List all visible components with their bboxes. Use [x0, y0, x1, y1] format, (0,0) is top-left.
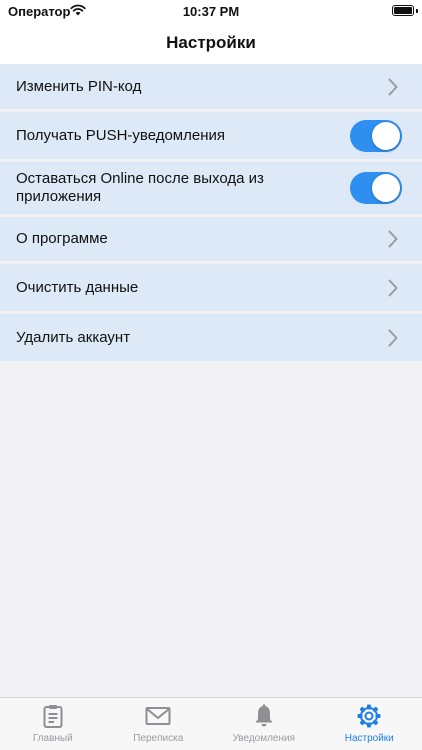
status-bar: Оператор 10:37 PM [0, 0, 422, 22]
setting-push-notifications: Получать PUSH-уведомления [0, 112, 422, 162]
setting-about[interactable]: О программе [0, 217, 422, 264]
setting-label: О программе [16, 230, 108, 247]
tab-bar: Главный Переписка Уведомления Настройки [0, 697, 422, 750]
toggle-knob [372, 121, 400, 150]
tab-messages[interactable]: Переписка [106, 698, 212, 750]
setting-change-pin[interactable]: Изменить PIN-код [0, 64, 422, 112]
chevron-right-icon [388, 329, 398, 346]
toggle-knob [372, 174, 400, 202]
tab-label: Переписка [133, 733, 184, 744]
battery-icon [392, 5, 414, 16]
chevron-right-icon [388, 230, 398, 248]
setting-label: Изменить PIN-код [16, 77, 142, 95]
push-notifications-toggle[interactable] [350, 119, 402, 152]
navigation-bar: Настройки [0, 22, 422, 64]
clipboard-icon [43, 705, 63, 728]
setting-clear-data[interactable]: Очистить данные [0, 264, 422, 314]
setting-label: Получать PUSH-уведомления [16, 126, 225, 144]
tab-label: Главный [32, 733, 73, 744]
setting-stay-online: Оставаться Online после выхода из прилож… [0, 162, 422, 217]
setting-delete-account[interactable]: Удалить аккаунт [0, 314, 422, 361]
envelope-icon [145, 707, 171, 725]
setting-label: Очистить данные [16, 278, 139, 296]
tab-settings[interactable]: Настройки [317, 698, 422, 750]
chevron-right-icon [388, 279, 398, 296]
page-title: Настройки [166, 33, 256, 52]
tab-home[interactable]: Главный [0, 698, 106, 750]
bell-icon [255, 704, 273, 727]
tab-notifications[interactable]: Уведомления [211, 698, 317, 750]
settings-list: Изменить PIN-код Получать PUSH-уведомлен… [0, 64, 422, 361]
stay-online-toggle[interactable] [350, 172, 402, 204]
tab-label: Настройки [344, 733, 394, 744]
tab-label: Уведомления [232, 733, 296, 744]
chevron-right-icon [388, 78, 398, 95]
gear-icon [357, 704, 381, 728]
setting-label: Оставаться Online после выхода из прилож… [16, 170, 264, 205]
clock: 10:37 PM [182, 4, 240, 19]
battery-tip [416, 9, 418, 13]
setting-label: Удалить аккаунт [16, 328, 131, 346]
